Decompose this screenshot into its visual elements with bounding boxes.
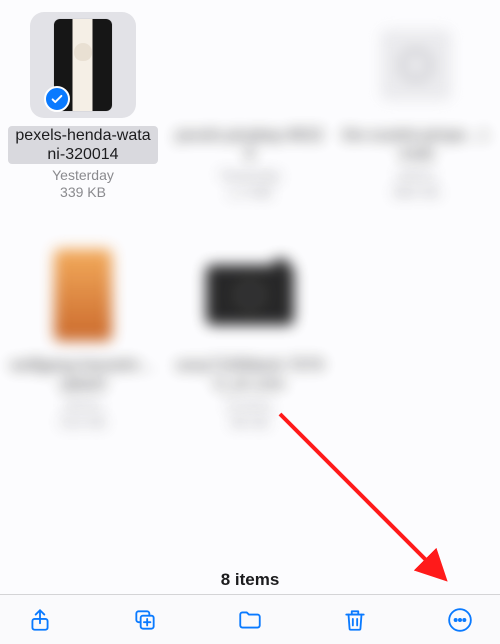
more-button[interactable] [440, 600, 480, 640]
file-name: pexels-pixabay-86328 [175, 126, 325, 164]
share-button[interactable] [20, 600, 60, 640]
selected-checkmark-icon [44, 86, 70, 112]
file-name: pexels-henda-watani-320014 [8, 126, 158, 164]
thumbnail-image [381, 30, 451, 100]
file-thumbnail[interactable] [197, 242, 303, 348]
ellipsis-circle-icon [447, 607, 473, 633]
file-size: 96 KB [175, 414, 325, 430]
file-name: wolfgang-hasselm…uplash [8, 356, 158, 394]
file-thumbnail[interactable] [363, 12, 469, 118]
file-date: 3/2/21 [8, 397, 158, 413]
duplicate-button[interactable] [125, 600, 165, 640]
file-date: Yesterday [175, 167, 325, 183]
share-icon [27, 607, 53, 633]
file-thumbnail[interactable] [30, 12, 136, 118]
file-item[interactable]: sony7100black-70790_en.com 2/14/2196 KB [167, 242, 333, 430]
folder-icon [237, 607, 263, 633]
file-size: 510 KB [8, 414, 158, 430]
file-thumbnail[interactable] [30, 242, 136, 348]
file-item[interactable]: pexels-henda-watani-320014 Yesterday339 K… [0, 12, 166, 200]
file-size: 890 KB [341, 184, 491, 200]
file-name: the-scarlet-pimpe…l.mobi [341, 126, 491, 164]
thumbnail-image [54, 249, 112, 341]
file-item[interactable]: wolfgang-hasselm…uplash 3/2/21510 KB [0, 242, 166, 430]
file-date: 2/14/21 [175, 397, 325, 413]
file-item[interactable]: pexels-pixabay-86328 Yesterday1.2 MB [167, 12, 333, 200]
file-thumbnail[interactable] [197, 12, 303, 118]
move-button[interactable] [230, 600, 270, 640]
trash-icon [342, 607, 368, 633]
item-count-label: 8 items [0, 570, 500, 590]
delete-button[interactable] [335, 600, 375, 640]
thumbnail-image [206, 265, 294, 325]
file-item[interactable]: the-scarlet-pimpe…l.mobi 4/9/21890 KB [333, 12, 499, 200]
file-name: sony7100black-70790_en.com [175, 356, 325, 394]
duplicate-icon [132, 607, 158, 633]
file-date: Yesterday [8, 167, 158, 183]
bottom-toolbar [0, 594, 500, 644]
file-size: 1.2 MB [175, 184, 325, 200]
thumbnail-image [221, 19, 279, 111]
file-date: 4/9/21 [341, 167, 491, 183]
file-size: 339 KB [8, 184, 158, 200]
